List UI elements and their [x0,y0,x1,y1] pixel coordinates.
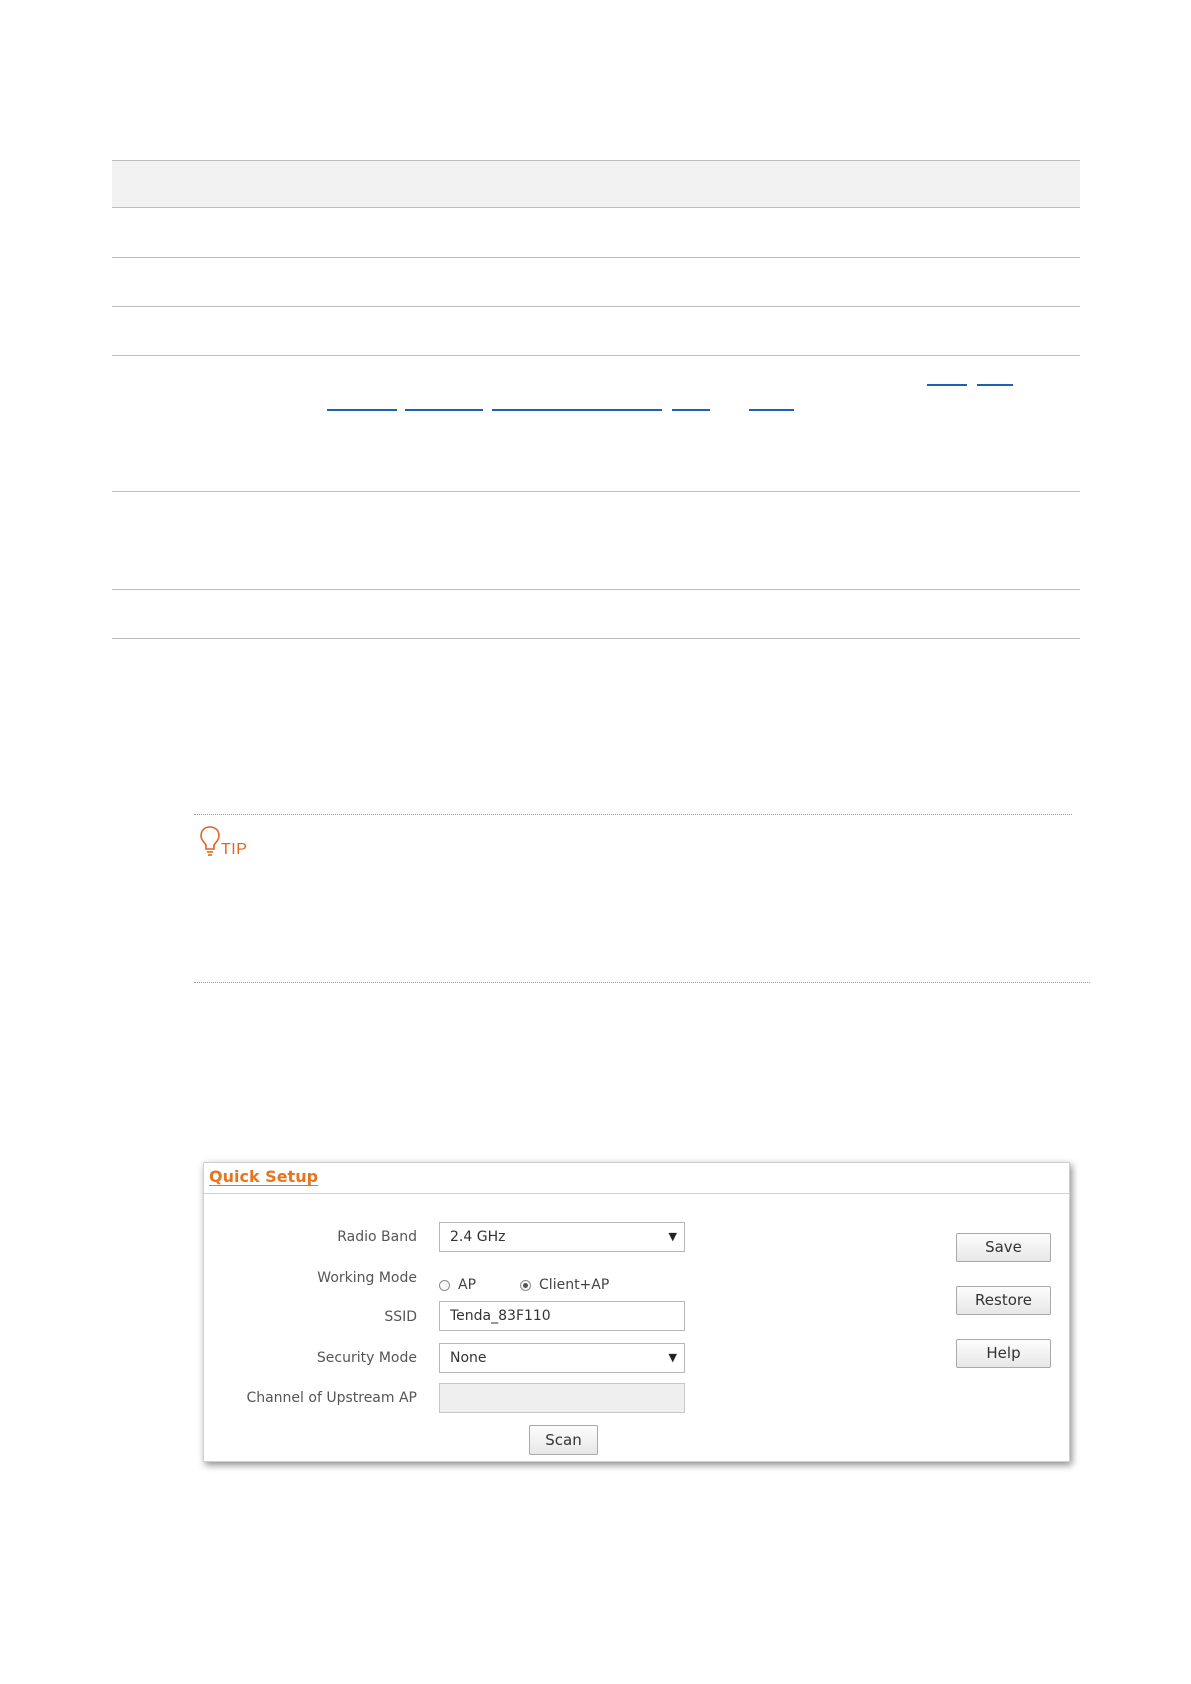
security-mode-value: None [450,1350,487,1366]
radio-band-select[interactable]: 2.4 GHz ▼ [439,1222,685,1252]
working-mode-radio-ap[interactable]: AP [439,1277,476,1293]
save-button[interactable]: Save [956,1233,1051,1262]
panel-title: Quick Setup [209,1167,319,1186]
radio-unchecked-icon[interactable] [439,1279,450,1291]
tip-label: TIP [221,841,248,858]
table-link[interactable] [492,409,662,411]
working-mode-radio-client-ap[interactable]: Client+AP [520,1277,609,1293]
radio-ap-label: AP [458,1277,477,1293]
triangle-down-icon: ▼ [668,1230,677,1243]
table-link[interactable] [749,409,794,411]
help-button[interactable]: Help [956,1339,1051,1368]
table-link[interactable] [405,409,483,411]
table-link[interactable] [327,409,397,411]
panel-divider [204,1193,1069,1194]
scan-button[interactable]: Scan [529,1425,598,1455]
channel-upstream-input [439,1383,685,1413]
radio-band-value: 2.4 GHz [450,1229,506,1245]
triangle-down-icon: ▼ [668,1351,677,1364]
table-link[interactable] [672,409,710,411]
channel-upstream-label: Channel of Upstream AP [246,1390,417,1406]
table-row-divider [112,589,1080,590]
security-mode-label: Security Mode [316,1350,417,1366]
table-row-divider [112,306,1080,307]
tip-top-rule [194,814,1072,815]
radio-band-label: Radio Band [337,1229,417,1245]
ssid-label: SSID [384,1309,417,1325]
ssid-input[interactable] [439,1301,685,1331]
table-header-row [112,160,1080,208]
table-row-divider [112,355,1080,356]
restore-button[interactable]: Restore [956,1286,1051,1315]
table-row-divider [112,491,1080,492]
tip-bottom-rule [194,982,1090,983]
working-mode-radio-group: AP Client+AP [439,1275,653,1295]
table-link[interactable] [927,384,967,386]
table-row-divider [112,638,1080,639]
quick-setup-panel: Quick Setup Radio Band 2.4 GHz ▼ Working… [203,1162,1070,1462]
working-mode-label: Working Mode [317,1270,417,1286]
security-mode-select[interactable]: None ▼ [439,1343,685,1373]
radio-client-ap-label: Client+AP [539,1277,610,1293]
table-link[interactable] [977,384,1013,386]
table-row-divider [112,257,1080,258]
radio-checked-icon[interactable] [520,1279,532,1291]
